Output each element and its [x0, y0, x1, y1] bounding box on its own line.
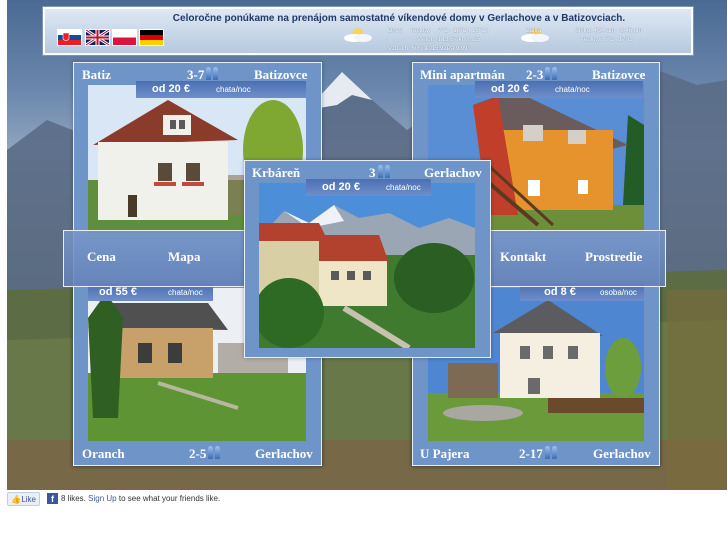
weather-tomorrow-sun: Slnko: 4:34 am - 8:46 pm: [575, 28, 643, 34]
weather-today-label: Dnes: [388, 28, 403, 34]
weather-today-temp: 7°C - 16°C ( 16°C ): [438, 28, 490, 34]
panel-upajera-location: Gerlachov: [593, 446, 651, 461]
likes-count: 8 likes.: [61, 494, 86, 503]
people-icon: [207, 446, 223, 459]
panel-oranch-capacity: 2-5: [189, 446, 223, 462]
panel-batiz-price-bar: od 20 € chata/noc: [136, 81, 306, 98]
weather-tomorrow-label: Zajtra: [526, 28, 542, 34]
facebook-icon: f: [47, 493, 58, 504]
nav-kontakt[interactable]: Kontakt: [500, 249, 546, 265]
thumbs-up-icon: 👍: [11, 495, 21, 504]
nav-mapa[interactable]: Mapa: [168, 249, 201, 265]
panel-oranch-name: Oranch: [82, 446, 125, 461]
panel-upajera-capacity: 2-17: [519, 446, 560, 462]
facebook-like-bar: 👍 Like f 8 likes. Sign Up to see what yo…: [0, 490, 727, 510]
panel-krbaren-name: Krbáreň: [252, 165, 301, 180]
header-bar: Celoročne ponúkame na prenájom samostatn…: [43, 7, 693, 55]
nav-cena[interactable]: Cena: [87, 249, 116, 265]
polish-flag-icon[interactable]: [112, 29, 137, 46]
slovak-flag-icon[interactable]: [57, 29, 82, 46]
panel-batiz-name: Batiz: [82, 67, 111, 82]
panel-krbaren-unit: chata/noc: [386, 183, 421, 192]
panel-upajera-footer: U Pajera 2-17 Gerlachov: [413, 442, 659, 464]
photo-krbaren[interactable]: [259, 183, 475, 348]
panel-oranch-location: Gerlachov: [255, 446, 313, 461]
weather-today-temp-label: Teploty:: [410, 28, 431, 34]
likes-suffix: to see what your friends like.: [118, 494, 221, 503]
panel-mini-price-bar: od 20 € chata/noc: [475, 81, 643, 98]
header-title: Celoročne ponúkame na prenájom samostatn…: [172, 13, 626, 24]
panel-oranch-unit: chata/noc: [168, 288, 203, 297]
weather-tomorrow-temp: Teploty: 6°C - 17°C: [581, 37, 633, 43]
panel-mini-price: od 20 €: [491, 83, 529, 95]
sun-cloud-icon: [344, 28, 372, 42]
weather-today-humidity: Vzduch: 60% 1015.92Pa 9.99°: [388, 46, 470, 52]
panel-krbaren[interactable]: Krbáreň 3 Gerlachov od 20 € chata/noc: [244, 160, 491, 358]
people-icon: [205, 67, 221, 80]
like-button[interactable]: 👍 Like: [7, 492, 40, 506]
panel-batiz-unit: chata/noc: [216, 85, 251, 94]
panel-oranch-footer: Oranch 2-5 Gerlachov: [74, 442, 321, 464]
panel-krbaren-location: Gerlachov: [424, 165, 482, 180]
people-icon: [544, 446, 560, 459]
panel-upajera-name: U Pajera: [420, 446, 470, 461]
panel-upajera-price: od 8 €: [544, 286, 576, 298]
panel-batiz-price: od 20 €: [152, 83, 190, 95]
people-icon: [544, 67, 560, 80]
signup-link[interactable]: Sign Up: [88, 494, 116, 503]
panel-upajera-unit: osoba/noc: [600, 288, 637, 297]
german-flag-icon[interactable]: [139, 29, 164, 46]
like-button-label: Like: [21, 495, 36, 504]
panel-oranch-price: od 55 €: [99, 286, 137, 298]
panel-mini-unit: chata/noc: [555, 85, 590, 94]
weather-today-wind: Vietor: N 13.67 km/h 15: [417, 37, 480, 43]
nav-prostredie[interactable]: Prostredie: [585, 249, 642, 265]
facebook-likes-text: 8 likes. Sign Up to see what your friend…: [61, 494, 220, 503]
panel-krbaren-price-bar: od 20 € chata/noc: [306, 179, 431, 196]
english-flag-icon[interactable]: [85, 29, 110, 46]
panel-krbaren-price: od 20 €: [322, 181, 360, 193]
people-icon: [377, 165, 393, 178]
